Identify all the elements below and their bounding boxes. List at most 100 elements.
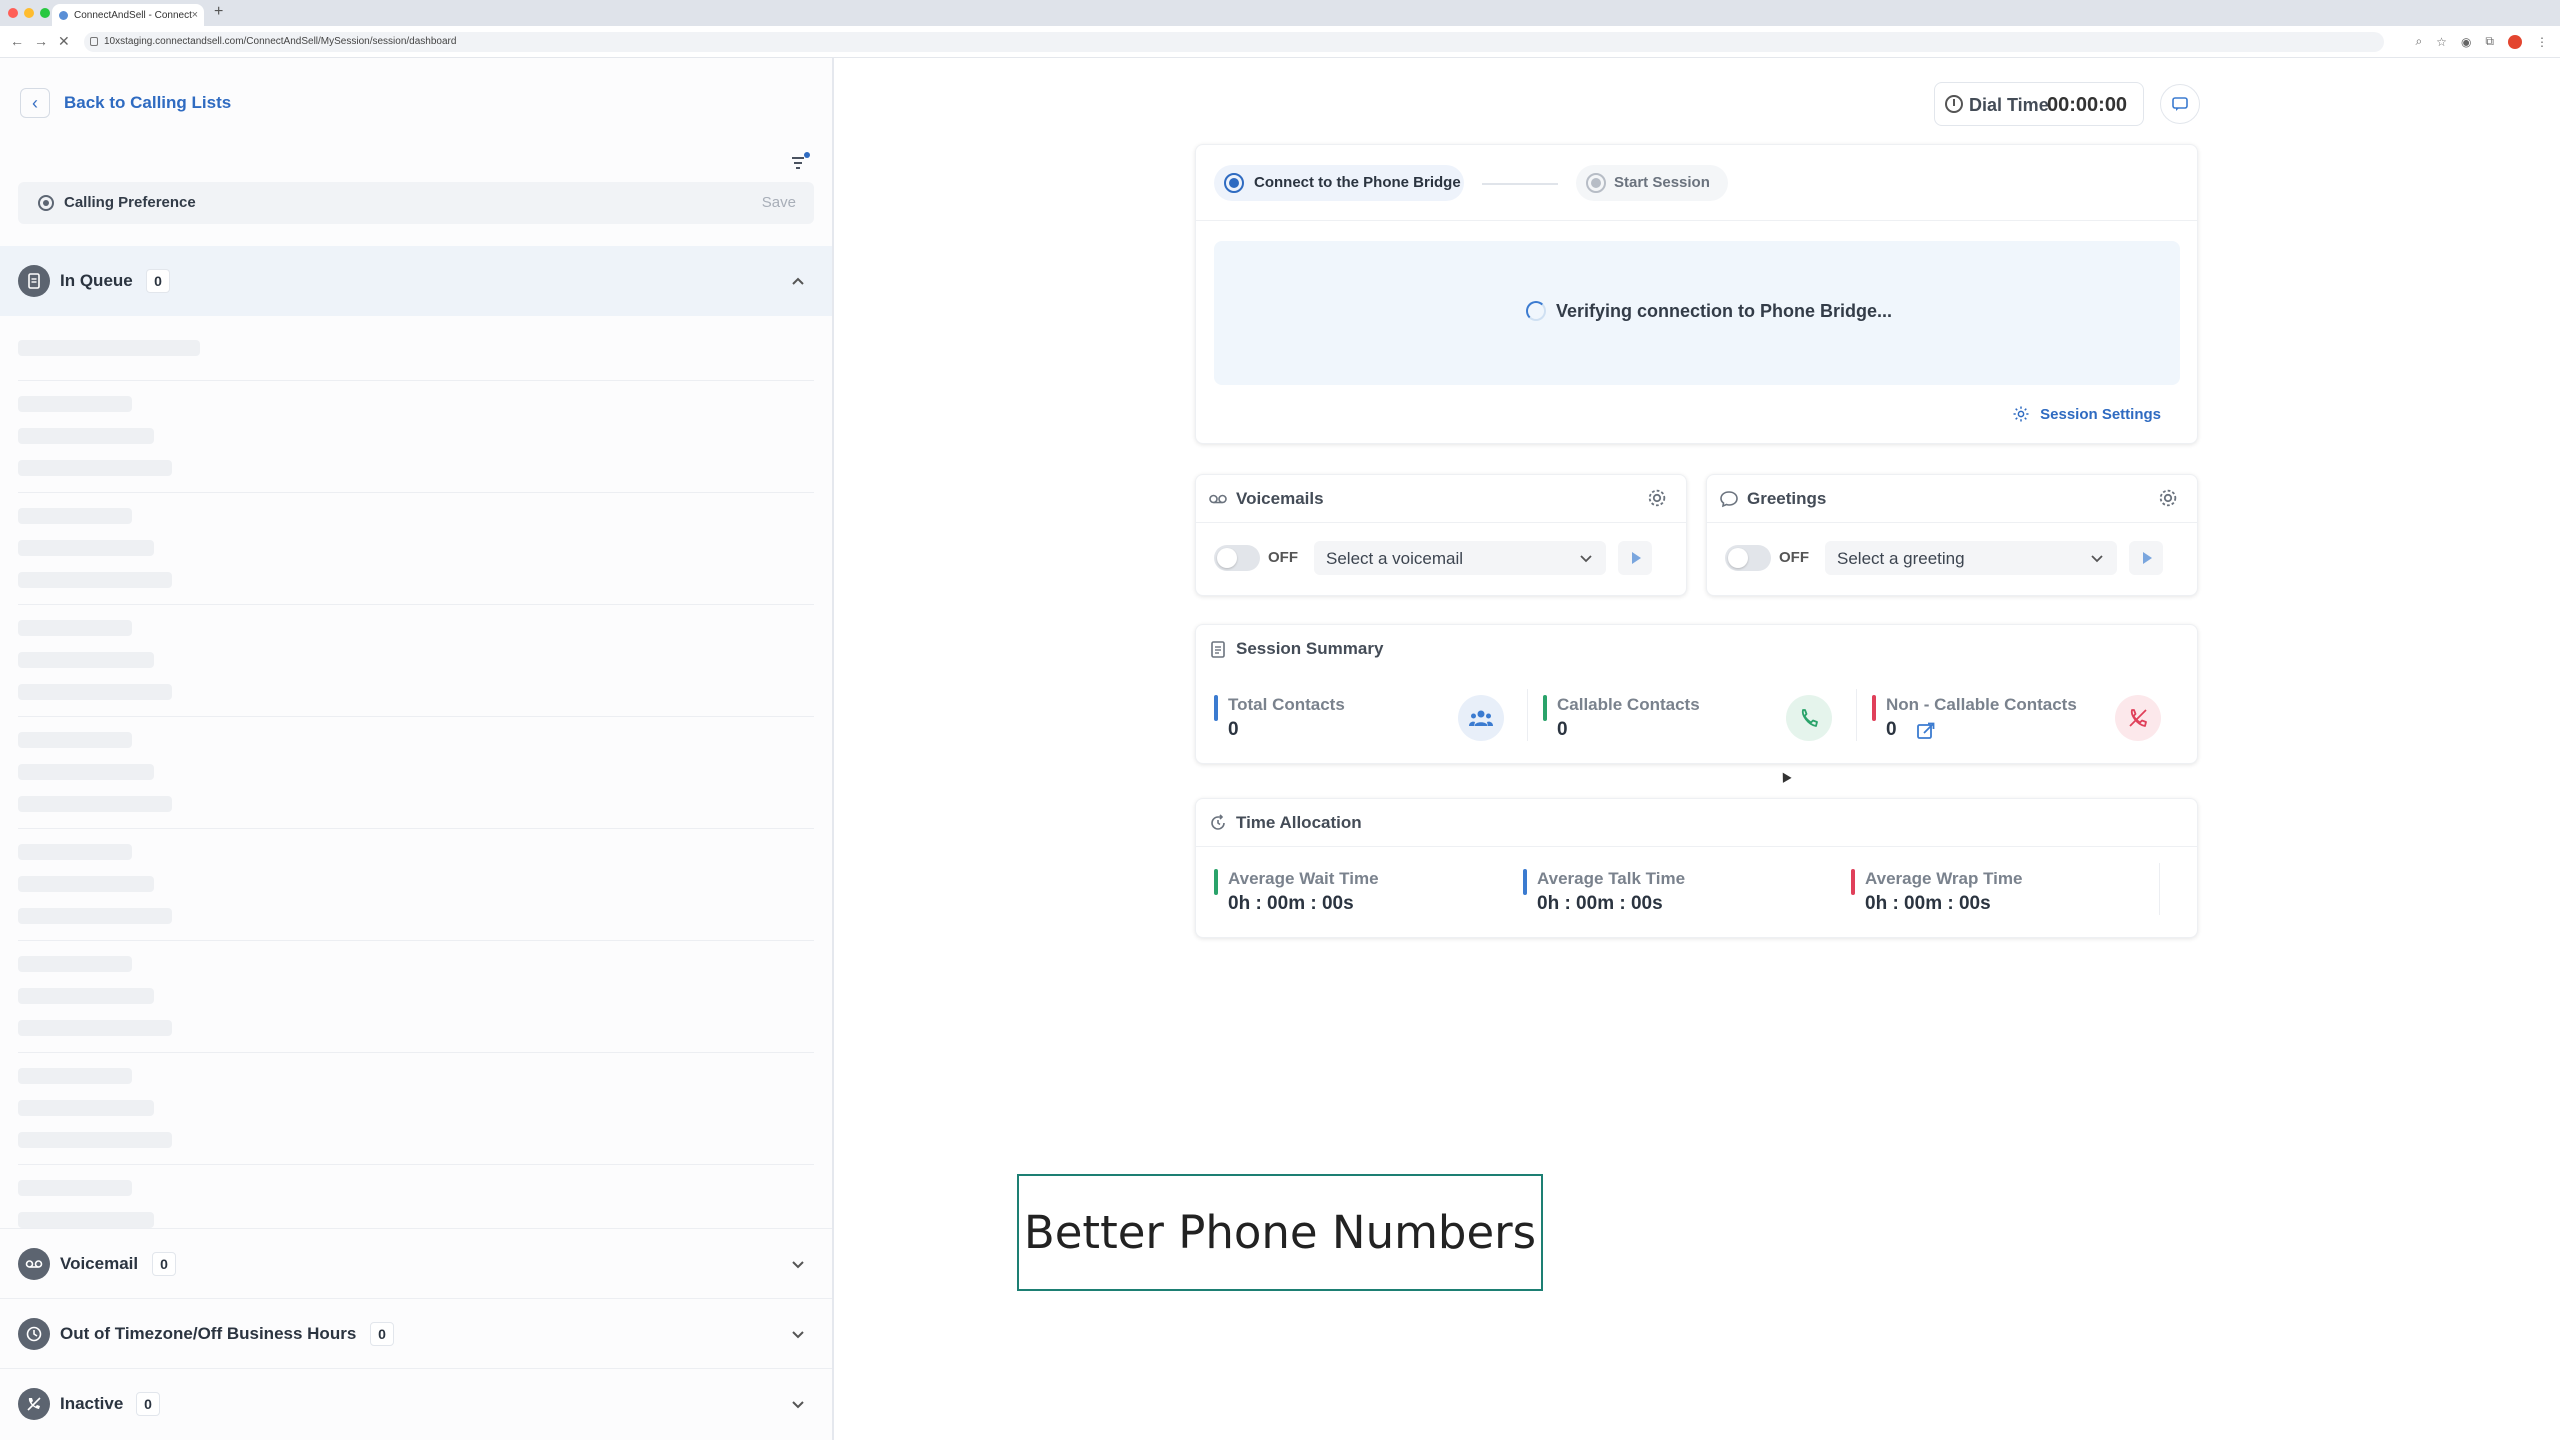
chevron-down-icon: [2091, 555, 2103, 563]
stat-value: 0: [1228, 719, 1239, 740]
dial-time-label: Dial Time: [1969, 95, 2049, 115]
session-settings-link[interactable]: Session Settings: [2012, 405, 2161, 423]
stat-label: Average Wrap Time: [1865, 869, 2023, 888]
verification-panel: Verifying connection to Phone Bridge...: [1214, 241, 2180, 385]
mouse-cursor-icon: [1778, 770, 1792, 783]
window-controls[interactable]: [8, 8, 50, 18]
step-connect-phone-bridge[interactable]: Connect to the Phone Bridge: [1214, 165, 1464, 201]
chevron-down-icon[interactable]: [788, 1394, 808, 1414]
back-arrow-icon[interactable]: ←: [10, 33, 24, 49]
voicemails-header: Voicemails: [1196, 475, 1686, 523]
group-icon: [1458, 695, 1504, 741]
stat-value: 0h : 00m : 00s: [1228, 893, 1354, 914]
caption-box: Better Phone Numbers: [1017, 1174, 1543, 1291]
url-field[interactable]: 10xstaging.connectandsell.com/ConnectAnd…: [84, 32, 2384, 52]
section-title: Voicemail: [60, 1254, 139, 1273]
external-link-icon[interactable]: [1916, 721, 1936, 741]
chat-button[interactable]: [2160, 84, 2200, 124]
chevron-left-icon: ‹: [20, 88, 50, 118]
voicemail-select[interactable]: Select a voicemail: [1314, 541, 1606, 575]
stop-icon[interactable]: ✕: [58, 33, 70, 50]
out-of-timezone-section-header[interactable]: Out of Timezone/Off Business Hours 0: [0, 1298, 832, 1368]
refresh-clock-icon: [1211, 814, 1225, 830]
minimize-window-icon[interactable]: [24, 8, 34, 18]
profile-avatar[interactable]: [2508, 34, 2522, 49]
greetings-header: Greetings: [1707, 475, 2197, 523]
count-badge: 0: [152, 1252, 176, 1276]
time-allocation-title: Time Allocation: [1236, 813, 1362, 832]
voicemails-title: Voicemails: [1236, 489, 1324, 508]
session-summary-header: Session Summary: [1196, 625, 2197, 673]
stat-value: 0: [1557, 719, 1568, 740]
phone-icon: [1786, 695, 1832, 741]
address-bar-row: ← → ✕ 10xstaging.connectandsell.com/Conn…: [0, 26, 2560, 58]
speech-bubble-icon: [1720, 491, 1738, 508]
select-value: Select a greeting: [1837, 549, 1965, 568]
voicemail-icon: [18, 1248, 50, 1280]
new-tab-icon[interactable]: +: [214, 3, 223, 21]
count-badge: 0: [146, 269, 170, 293]
play-voicemail-button[interactable]: [1618, 541, 1652, 575]
voicemail-icon: [1209, 494, 1227, 504]
stat-label: Total Contacts: [1228, 695, 1345, 714]
save-button[interactable]: Save: [762, 194, 796, 211]
stat-label: Callable Contacts: [1557, 695, 1700, 714]
time-allocation-header: Time Allocation: [1196, 799, 2197, 847]
chevron-up-icon[interactable]: [788, 271, 808, 291]
greetings-card: Greetings OFF Select a greeting: [1706, 474, 2198, 596]
radio-icon: [38, 195, 54, 211]
puzzle-icon[interactable]: ⧉: [2485, 34, 2494, 49]
select-value: Select a voicemail: [1326, 549, 1464, 568]
count-badge: 0: [370, 1322, 394, 1346]
left-panel: ‹ Back to Calling Lists Calling Preferen…: [0, 58, 834, 1440]
session-summary-card: Session Summary Total Contacts 0 Callabl…: [1195, 624, 2198, 764]
session-summary-title: Session Summary: [1236, 639, 1384, 658]
in-queue-section-header[interactable]: In Queue 0: [0, 246, 832, 316]
zoom-icon[interactable]: ⌕: [2415, 34, 2422, 49]
toggle-state-label: OFF: [1779, 549, 1809, 566]
chevron-down-icon[interactable]: [788, 1324, 808, 1344]
tab-title: ConnectAndSell - Connect: [74, 10, 192, 21]
close-window-icon[interactable]: [8, 8, 18, 18]
voicemail-section-header[interactable]: Voicemail 0: [0, 1228, 832, 1298]
section-title: Inactive: [60, 1394, 124, 1413]
clipboard-icon: [1211, 641, 1225, 658]
stat-value: 0h : 00m : 00s: [1537, 893, 1663, 914]
greeting-select[interactable]: Select a greeting: [1825, 541, 2117, 575]
url-text: 10xstaging.connectandsell.com/ConnectAnd…: [104, 36, 457, 47]
browser-tab-bar: ConnectAndSell - Connect × +: [0, 0, 2560, 26]
gear-icon[interactable]: [1646, 487, 1668, 509]
session-stepper: Connect to the Phone Bridge Start Sessio…: [1196, 145, 2197, 221]
filter-icon[interactable]: [788, 150, 812, 174]
inactive-section-header[interactable]: Inactive 0: [0, 1368, 832, 1438]
toggle-state-label: OFF: [1268, 549, 1298, 566]
kebab-menu-icon[interactable]: ⋮: [2536, 35, 2548, 49]
bookmark-star-icon[interactable]: ☆: [2436, 35, 2447, 49]
gear-icon[interactable]: [2157, 487, 2179, 509]
maximize-window-icon[interactable]: [40, 8, 50, 18]
back-label: Back to Calling Lists: [64, 93, 232, 112]
stat-value: 0: [1886, 719, 1897, 740]
stat-label: Non - Callable Contacts: [1886, 695, 2077, 714]
gear-icon: [2013, 406, 2029, 422]
step-label: Connect to the Phone Bridge: [1254, 174, 1461, 191]
play-greeting-button[interactable]: [2129, 541, 2163, 575]
site-info-icon[interactable]: [90, 37, 98, 46]
step-connector: [1482, 183, 1558, 185]
calling-preference-bar[interactable]: Calling Preference Save: [18, 182, 814, 224]
greeting-toggle[interactable]: [1725, 545, 1771, 571]
back-to-calling-lists-link[interactable]: ‹ Back to Calling Lists: [20, 88, 231, 118]
voicemail-toggle[interactable]: [1214, 545, 1260, 571]
section-title: Out of Timezone/Off Business Hours: [60, 1324, 357, 1343]
chevron-down-icon: [1580, 555, 1592, 563]
favicon-icon: [59, 11, 68, 20]
step-start-session[interactable]: Start Session: [1576, 165, 1728, 201]
extension-icon[interactable]: ◉: [2461, 35, 2471, 49]
forward-arrow-icon[interactable]: →: [34, 33, 48, 49]
no-phone-icon: [18, 1388, 50, 1420]
chat-icon: [2172, 97, 2188, 111]
browser-tab[interactable]: ConnectAndSell - Connect ×: [52, 4, 204, 26]
verifying-text: Verifying connection to Phone Bridge...: [1556, 301, 1893, 321]
chevron-down-icon[interactable]: [788, 1254, 808, 1274]
close-tab-icon[interactable]: ×: [192, 9, 198, 21]
